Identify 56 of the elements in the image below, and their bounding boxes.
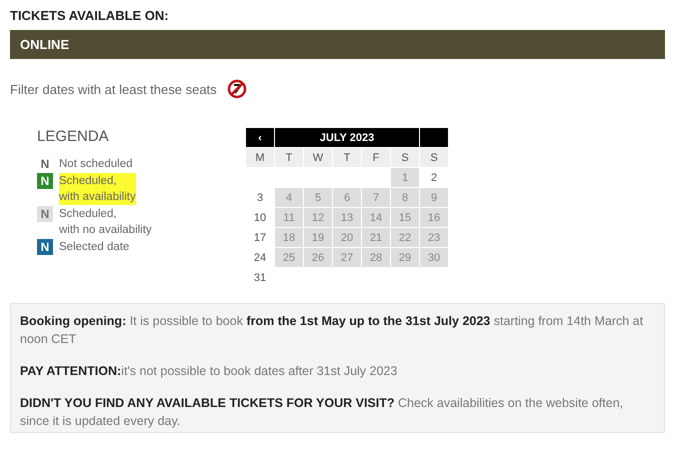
info-paragraph: DIDN'T YOU FIND ANY AVAILABLE TICKETS FOR YOUR VISIT? Check availabilities on the website often, since it is updated every day. xyxy=(20,395,624,430)
calendar-day[interactable]: 26 xyxy=(304,248,332,267)
calendar-day[interactable]: 22 xyxy=(391,228,419,247)
calendar-day[interactable]: 10 xyxy=(246,208,274,227)
calendar-day[interactable]: 24 xyxy=(246,248,274,267)
legend-swatch: N xyxy=(37,239,53,255)
calendar-day[interactable]: 3 xyxy=(246,188,274,207)
legend-swatch: N xyxy=(37,173,53,189)
weekday-header: S xyxy=(420,148,448,167)
filter-label: Filter dates with at least these seats xyxy=(10,82,217,96)
legend-label: Not scheduled xyxy=(59,157,133,172)
section-heading: TICKETS AVAILABLE ON: xyxy=(10,8,170,25)
calendar-day[interactable]: 29 xyxy=(391,248,419,267)
calendar-day[interactable]: 18 xyxy=(275,228,303,247)
calendar-day[interactable]: 6 xyxy=(333,188,361,207)
legend-swatch: N xyxy=(37,206,53,222)
calendar-day[interactable]: 14 xyxy=(362,208,390,227)
calendar-day[interactable]: 5 xyxy=(304,188,332,207)
calendar-day[interactable]: 8 xyxy=(391,188,419,207)
calendar-day[interactable]: 20 xyxy=(333,228,361,247)
weekday-header: W xyxy=(304,148,332,167)
calendar-day[interactable]: 17 xyxy=(246,228,274,247)
calendar-day[interactable]: 9 xyxy=(420,188,448,207)
calendar-day[interactable]: 23 xyxy=(420,228,448,247)
legend-label: Scheduled, with no availability xyxy=(59,207,152,238)
info-paragraph: PAY ATTENTION:it's not possible to book dates after 31st July 2023 xyxy=(20,363,398,380)
legend-label: Scheduled, with availability xyxy=(59,173,136,205)
calendar-day[interactable]: 19 xyxy=(304,228,332,247)
month-title: JULY 2023 xyxy=(275,128,419,147)
calendar-day[interactable]: 7 xyxy=(362,188,390,207)
previous-month-button[interactable]: ‹ xyxy=(246,128,274,147)
calendar-day[interactable]: 13 xyxy=(333,208,361,227)
weekday-header: T xyxy=(333,148,361,167)
calendar-day[interactable]: 16 xyxy=(420,208,448,227)
calendar-day[interactable]: 1 xyxy=(391,168,419,187)
weekday-header: F xyxy=(362,148,390,167)
calendar-day[interactable]: 21 xyxy=(362,228,390,247)
calendar-day[interactable]: 28 xyxy=(362,248,390,267)
weekday-header: S xyxy=(391,148,419,167)
channel-tab[interactable]: ONLINE xyxy=(10,30,665,59)
calendar-day[interactable]: 11 xyxy=(275,208,303,227)
calendar-day[interactable]: 27 xyxy=(333,248,361,267)
info-paragraph: Booking opening: It is possible to book from the 1st May up to the 31st July 2023 starting from 14th March at noon CET xyxy=(20,313,644,348)
calendar-day[interactable]: 25 xyxy=(275,248,303,267)
weekday-header: M xyxy=(246,148,274,167)
prohibited-seat-icon[interactable] xyxy=(226,79,247,99)
calendar-day[interactable]: 15 xyxy=(391,208,419,227)
weekday-header: T xyxy=(275,148,303,167)
calendar-day[interactable]: 4 xyxy=(275,188,303,207)
calendar-day[interactable]: 30 xyxy=(420,248,448,267)
legend-title: LEGENDA xyxy=(37,128,110,146)
legend-label: Selected date xyxy=(59,240,130,255)
legend-swatch: N xyxy=(37,156,53,172)
calendar-day[interactable]: 31 xyxy=(246,268,274,287)
calendar-day[interactable]: 12 xyxy=(304,208,332,227)
calendar-day[interactable]: 2 xyxy=(420,168,448,187)
